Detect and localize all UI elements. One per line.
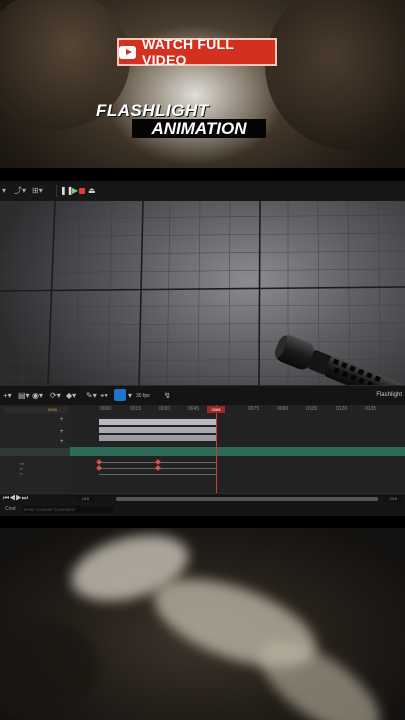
ruler-tick: 0015 bbox=[130, 406, 142, 412]
range-end-field[interactable]: -015 bbox=[383, 496, 403, 502]
timeline-scrollbar[interactable] bbox=[116, 497, 378, 501]
transform-track-labels: ▪▪▪ ▪▪ ▪▪ bbox=[20, 461, 25, 476]
console-bar: Cmd Enter Console Command bbox=[0, 505, 120, 516]
curve-editor-icon[interactable]: ↯ bbox=[164, 391, 171, 401]
autokey-icon[interactable]: ⌖▾ bbox=[100, 391, 108, 401]
playhead-line[interactable] bbox=[216, 405, 217, 493]
play-icon[interactable]: ▶ bbox=[72, 186, 78, 196]
ruler-tick: 0135 bbox=[365, 406, 377, 412]
timeline-tracks[interactable]: 0068 bbox=[70, 405, 405, 493]
add-track-icon[interactable]: +▾ bbox=[3, 391, 12, 401]
select-tool-icon[interactable]: ▾ bbox=[2, 186, 6, 196]
section-bar-3[interactable] bbox=[99, 435, 217, 441]
track-add-icon-3[interactable]: + bbox=[60, 439, 64, 445]
current-frame-field[interactable]: 0000 bbox=[48, 407, 68, 413]
section-bar-2[interactable] bbox=[99, 427, 217, 433]
fps-dropdown[interactable]: 30 fps bbox=[136, 391, 150, 401]
letterbox-bottom bbox=[0, 516, 405, 528]
viewport-toolbar: ▾ ⤴▾ ⊞▾ ❚❚ ▶ ⏏ bbox=[0, 181, 405, 202]
top-background-photo: WATCH FULL VIDEO FLASHLIGHT ANIMATION bbox=[0, 0, 405, 168]
magnet-icon[interactable] bbox=[114, 389, 126, 401]
filter-icon[interactable]: ⟳▾ bbox=[50, 391, 61, 401]
playback-controls-icon[interactable]: ⏮◀▶⏭ bbox=[3, 495, 28, 503]
ruler-tick: 0030 bbox=[159, 406, 171, 412]
ruler-tick: 0120 bbox=[336, 406, 348, 412]
youtube-play-icon bbox=[119, 45, 137, 59]
transform-track[interactable] bbox=[70, 447, 405, 456]
title-line-1: FLASHLIGHT bbox=[96, 101, 209, 120]
track-outliner: 0000 + + + ▪▪▪ ▪▪ ▪▪ bbox=[0, 405, 71, 493]
section-bar-1[interactable] bbox=[99, 419, 217, 425]
keyframe[interactable] bbox=[155, 459, 161, 465]
console-label: Cmd bbox=[5, 506, 16, 512]
sequence-name: Flashlight bbox=[376, 392, 402, 398]
eye-icon[interactable]: ◉▾ bbox=[32, 391, 43, 401]
console-input[interactable]: Enter Console Command bbox=[22, 506, 114, 513]
record-icon[interactable] bbox=[79, 188, 85, 194]
transform-tool-icon[interactable]: ⤴▾ bbox=[14, 186, 26, 196]
letterbox-top bbox=[0, 168, 405, 181]
timeline-ruler[interactable]: 0000 0015 0030 0045 0075 0090 0105 0120 … bbox=[70, 405, 405, 415]
ruler-tick: 0090 bbox=[277, 406, 289, 412]
ruler-tick: 0105 bbox=[306, 406, 318, 412]
ruler-tick: 0075 bbox=[248, 406, 260, 412]
ruler-tick: 0045 bbox=[188, 406, 200, 412]
keyframe[interactable] bbox=[96, 465, 102, 471]
3d-viewport[interactable] bbox=[0, 201, 405, 385]
keyframe[interactable] bbox=[155, 465, 161, 471]
watch-full-video-label: WATCH FULL VIDEO bbox=[142, 36, 234, 68]
key-icon[interactable]: ◆▾ bbox=[66, 391, 76, 401]
track-add-icon-1[interactable]: + bbox=[60, 417, 64, 423]
watch-full-video-button[interactable]: WATCH FULL VIDEO bbox=[117, 36, 277, 68]
brush-icon[interactable]: ✎▾ bbox=[86, 391, 97, 401]
save-sequence-icon[interactable]: ▤▾ bbox=[18, 391, 30, 401]
snap-tool-icon[interactable]: ⊞▾ bbox=[32, 186, 43, 196]
sequencer-toolbar: +▾ ▤▾ ◉▾ ⟳▾ ◆▾ ✎▾ ⌖▾ ▾ 30 fps ↯ Flashlig… bbox=[0, 385, 405, 406]
range-start-field[interactable]: -015 bbox=[75, 496, 95, 502]
unreal-editor: ▾ ⤴▾ ⊞▾ ❚❚ ▶ ⏏ +▾ ▤▾ ◉▾ ⟳▾ ◆▾ ✎▾ ⌖▾ ▾ 30… bbox=[0, 181, 405, 516]
flashlight-model[interactable] bbox=[270, 326, 405, 385]
title-line-2: ANIMATION bbox=[132, 119, 266, 138]
bottom-background-photo bbox=[0, 528, 405, 720]
ruler-tick: 0000 bbox=[100, 406, 112, 412]
eject-icon[interactable]: ⏏ bbox=[88, 186, 96, 196]
keyframe[interactable] bbox=[96, 459, 102, 465]
snap-dropdown[interactable]: ▾ bbox=[128, 391, 132, 401]
track-add-icon-2[interactable]: + bbox=[60, 429, 64, 435]
